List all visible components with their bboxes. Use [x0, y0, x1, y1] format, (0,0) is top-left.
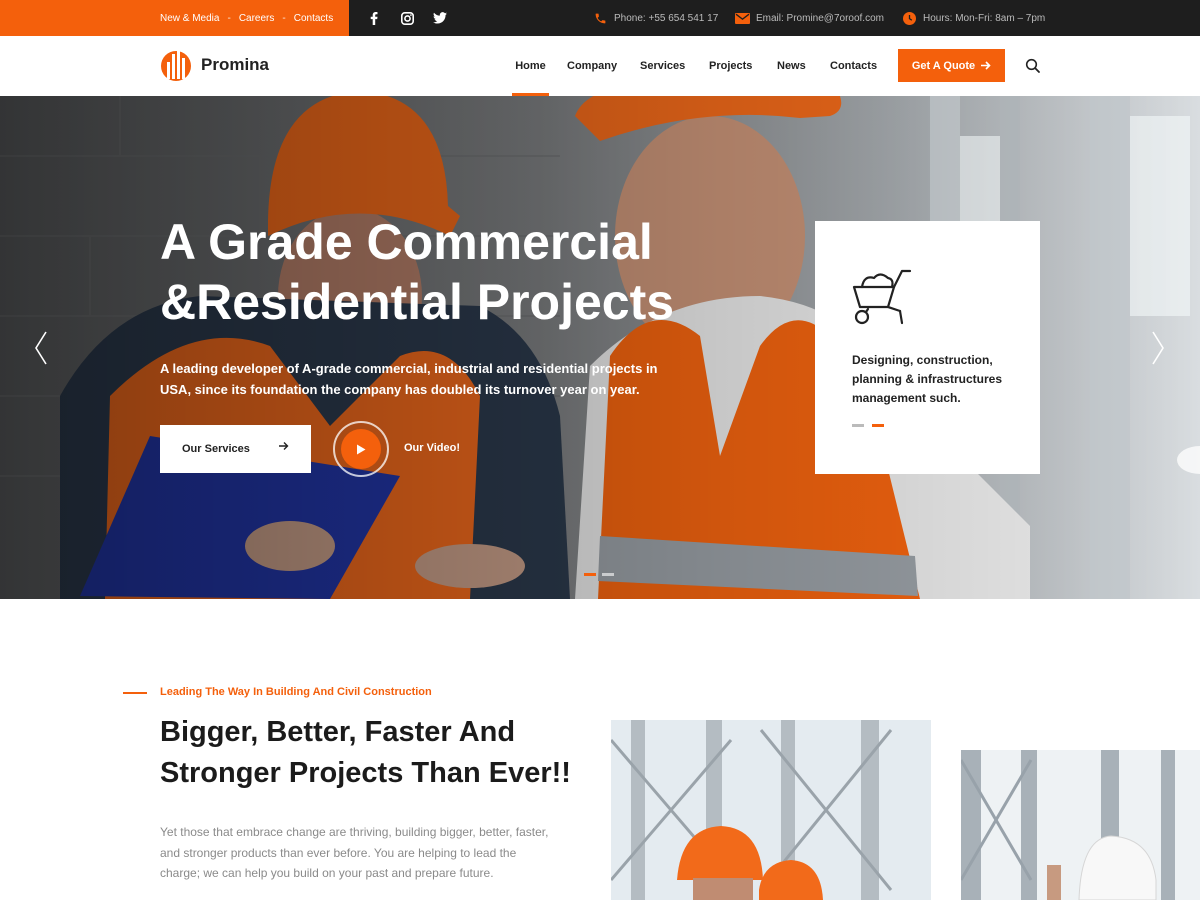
top-link-news[interactable]: New & Media: [160, 13, 219, 24]
arrow-right-icon: [279, 442, 289, 450]
nav-contacts[interactable]: Contacts: [830, 36, 877, 96]
contact-hours-text: Hours: Mon-Fri: 8am – 7pm: [923, 12, 1046, 24]
section-tagline: Leading The Way In Building And Civil Co…: [160, 686, 432, 698]
play-icon: [341, 429, 381, 469]
hero-title-line: A Grade Commercial: [160, 214, 653, 270]
our-services-button[interactable]: Our Services: [160, 425, 311, 473]
contact-phone-text: Phone: +55 654 541 17: [614, 12, 719, 24]
info-card-text: Designing, construction, planning & infr…: [852, 353, 1003, 405]
slider-prev-arrow[interactable]: [34, 330, 48, 366]
clock-icon: [901, 10, 917, 26]
section-description-line: and stronger products than ever before. …: [160, 845, 517, 860]
arrow-right-icon: [981, 61, 991, 70]
our-video-label[interactable]: Our Video!: [404, 442, 460, 454]
hero-info-card: Designing, construction, planning & infr…: [815, 221, 1040, 474]
nav-services[interactable]: Services: [640, 36, 685, 96]
section-title: Bigger, Better, Faster And Stronger Proj…: [160, 712, 580, 794]
get-quote-button[interactable]: Get A Quote: [898, 49, 1005, 82]
top-link-separator: -: [227, 12, 231, 24]
top-links: New & Media - Careers - Contacts: [160, 0, 333, 36]
section-description: Yet those that embrace change are thrivi…: [160, 822, 560, 884]
social-links: [364, 0, 463, 36]
contact-phone[interactable]: Phone: +55 654 541 17: [592, 0, 718, 36]
main-header: Promina Home Company Services Projects N…: [0, 36, 1200, 96]
hero-description: A leading developer of A-grade commercia…: [160, 361, 658, 397]
info-card-pagination: [852, 424, 892, 427]
hero-slider: A Grade Commercial &Residential Projects…: [0, 96, 1200, 599]
slider-dot-active[interactable]: [584, 573, 596, 576]
card-dot[interactable]: [852, 424, 864, 427]
logo-icon: [161, 51, 191, 81]
about-image-main: [611, 720, 931, 900]
logo[interactable]: Promina: [160, 48, 269, 82]
top-bar: New & Media - Careers - Contacts Phone: …: [0, 0, 1200, 36]
contact-email[interactable]: Email: Promine@7oroof.com: [734, 0, 884, 36]
twitter-icon[interactable]: [430, 8, 450, 28]
envelope-icon: [734, 10, 750, 26]
slider-pagination: [584, 573, 620, 576]
card-dot-active[interactable]: [872, 424, 884, 427]
logo-text: Promina: [201, 55, 270, 74]
hero-title-line: &Residential Projects: [160, 274, 675, 330]
facebook-icon[interactable]: [364, 8, 384, 28]
nav-news[interactable]: News: [777, 36, 806, 96]
instagram-icon[interactable]: [397, 8, 417, 28]
section-title-line: Bigger, Better, Faster And: [160, 716, 516, 748]
hero-title: A Grade Commercial &Residential Projects: [160, 212, 720, 332]
phone-icon: [592, 10, 608, 26]
top-link-careers[interactable]: Careers: [239, 13, 275, 24]
section-description-line: Yet those that embrace change are thrivi…: [160, 825, 549, 839]
top-link-contacts[interactable]: Contacts: [294, 13, 333, 24]
contact-email-text: Email: Promine@7oroof.com: [756, 12, 884, 24]
contact-hours: Hours: Mon-Fri: 8am – 7pm: [901, 0, 1045, 36]
play-video-button[interactable]: [333, 421, 389, 477]
wheelbarrow-icon: [852, 269, 912, 325]
about-image-secondary: [961, 750, 1200, 900]
our-services-label: Our Services: [182, 443, 250, 455]
get-quote-label: Get A Quote: [911, 59, 976, 72]
nav-projects[interactable]: Projects: [709, 36, 752, 96]
top-link-separator: -: [282, 12, 286, 24]
section-title-line: Stronger Projects Than Ever!!: [160, 757, 571, 789]
tagline-accent-line: [123, 692, 147, 694]
nav-home[interactable]: Home: [512, 36, 549, 96]
section-description-line: charge; we can help you build on your pa…: [160, 866, 494, 880]
slider-next-arrow[interactable]: [1151, 330, 1165, 366]
search-icon[interactable]: [1025, 58, 1041, 74]
nav-company[interactable]: Company: [567, 36, 617, 96]
slider-dot[interactable]: [602, 573, 614, 576]
